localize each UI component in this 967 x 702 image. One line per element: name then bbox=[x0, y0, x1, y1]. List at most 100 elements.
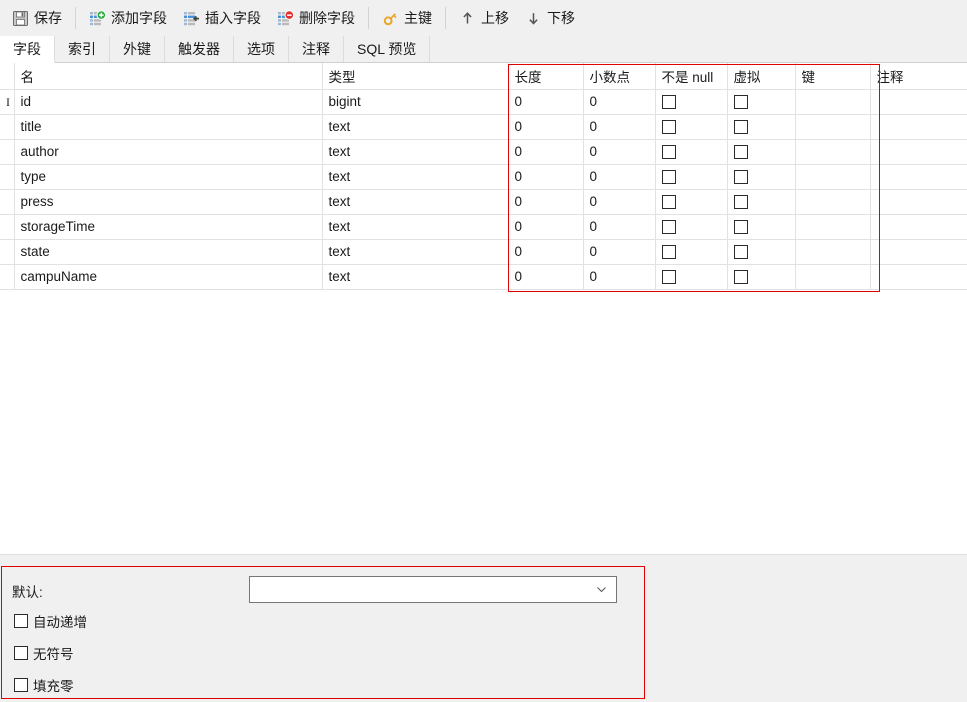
cell-field-virtual[interactable] bbox=[727, 89, 796, 115]
tab-comment[interactable]: 注释 bbox=[289, 36, 344, 62]
virtual-checkbox[interactable] bbox=[733, 220, 748, 235]
insert-field-button[interactable]: 插入字段 bbox=[175, 3, 269, 33]
panel-splitter[interactable] bbox=[0, 554, 967, 566]
column-header-virtual[interactable]: 虚拟 bbox=[727, 63, 796, 90]
move-up-button[interactable]: 上移 bbox=[451, 3, 517, 33]
table-row[interactable]: author text 0 0 bbox=[0, 139, 967, 165]
cell-field-name[interactable]: id bbox=[14, 89, 323, 115]
virtual-checkbox[interactable] bbox=[733, 270, 748, 285]
cell-field-key[interactable] bbox=[795, 214, 871, 240]
tab-sql-preview[interactable]: SQL 预览 bbox=[344, 36, 431, 62]
cell-field-key[interactable] bbox=[795, 89, 871, 115]
column-header-type[interactable]: 类型 bbox=[322, 63, 509, 90]
cell-field-decimals[interactable]: 0 bbox=[583, 89, 656, 115]
cell-field-decimals[interactable]: 0 bbox=[583, 264, 656, 290]
cell-field-name[interactable]: storageTime bbox=[14, 214, 323, 240]
cell-field-comment[interactable] bbox=[870, 89, 967, 115]
cell-field-type[interactable]: text bbox=[322, 114, 509, 140]
not-null-checkbox[interactable] bbox=[661, 270, 676, 285]
cell-field-name[interactable]: author bbox=[14, 139, 323, 165]
cell-field-decimals[interactable]: 0 bbox=[583, 114, 656, 140]
cell-field-virtual[interactable] bbox=[727, 114, 796, 140]
not-null-checkbox[interactable] bbox=[661, 220, 676, 235]
add-field-button[interactable]: 添加字段 bbox=[81, 3, 175, 33]
fields-grid-container[interactable]: 名 类型 长度 小数点 不是 null 虚拟 键 注释 I id bigint … bbox=[0, 63, 967, 554]
tab-foreign-keys[interactable]: 外键 bbox=[110, 36, 165, 62]
not-null-checkbox[interactable] bbox=[661, 95, 676, 110]
cell-field-virtual[interactable] bbox=[727, 239, 796, 265]
cell-field-key[interactable] bbox=[795, 239, 871, 265]
cell-field-length[interactable]: 0 bbox=[508, 164, 584, 190]
cell-field-virtual[interactable] bbox=[727, 264, 796, 290]
cell-field-type[interactable]: text bbox=[322, 139, 509, 165]
cell-field-not-null[interactable] bbox=[655, 114, 728, 140]
cell-field-comment[interactable] bbox=[870, 139, 967, 165]
save-button[interactable]: 保存 bbox=[4, 3, 70, 33]
table-row[interactable]: press text 0 0 bbox=[0, 189, 967, 215]
virtual-checkbox[interactable] bbox=[733, 245, 748, 260]
column-header-comment[interactable]: 注释 bbox=[870, 63, 967, 90]
cell-field-length[interactable]: 0 bbox=[508, 264, 584, 290]
delete-field-button[interactable]: 删除字段 bbox=[269, 3, 363, 33]
virtual-checkbox[interactable] bbox=[733, 120, 748, 135]
cell-field-comment[interactable] bbox=[870, 264, 967, 290]
tab-triggers[interactable]: 触发器 bbox=[165, 36, 234, 62]
cell-field-type[interactable]: text bbox=[322, 189, 509, 215]
cell-field-not-null[interactable] bbox=[655, 214, 728, 240]
cell-field-not-null[interactable] bbox=[655, 139, 728, 165]
cell-field-length[interactable]: 0 bbox=[508, 139, 584, 165]
cell-field-type[interactable]: text bbox=[322, 164, 509, 190]
unsigned-checkbox[interactable] bbox=[14, 646, 28, 660]
cell-field-length[interactable]: 0 bbox=[508, 89, 584, 115]
cell-field-decimals[interactable]: 0 bbox=[583, 164, 656, 190]
cell-field-length[interactable]: 0 bbox=[508, 114, 584, 140]
cell-field-comment[interactable] bbox=[870, 114, 967, 140]
cell-field-key[interactable] bbox=[795, 264, 871, 290]
default-value-select[interactable] bbox=[249, 576, 617, 603]
column-header-key[interactable]: 键 bbox=[795, 63, 871, 90]
cell-field-key[interactable] bbox=[795, 114, 871, 140]
column-header-name[interactable]: 名 bbox=[14, 63, 323, 90]
cell-field-name[interactable]: state bbox=[14, 239, 323, 265]
virtual-checkbox[interactable] bbox=[733, 145, 748, 160]
cell-field-key[interactable] bbox=[795, 164, 871, 190]
column-header-not-null[interactable]: 不是 null bbox=[655, 63, 728, 90]
unsigned-checkbox-row[interactable]: 无符号 bbox=[14, 643, 74, 663]
cell-field-key[interactable] bbox=[795, 189, 871, 215]
table-row[interactable]: I id bigint 0 0 bbox=[0, 89, 967, 115]
cell-field-decimals[interactable]: 0 bbox=[583, 139, 656, 165]
cell-field-not-null[interactable] bbox=[655, 89, 728, 115]
cell-field-virtual[interactable] bbox=[727, 189, 796, 215]
cell-field-comment[interactable] bbox=[870, 164, 967, 190]
cell-field-virtual[interactable] bbox=[727, 139, 796, 165]
not-null-checkbox[interactable] bbox=[661, 120, 676, 135]
cell-field-name[interactable]: press bbox=[14, 189, 323, 215]
cell-field-type[interactable]: text bbox=[322, 214, 509, 240]
not-null-checkbox[interactable] bbox=[661, 145, 676, 160]
virtual-checkbox[interactable] bbox=[733, 95, 748, 110]
cell-field-not-null[interactable] bbox=[655, 164, 728, 190]
cell-field-not-null[interactable] bbox=[655, 189, 728, 215]
tab-indexes[interactable]: 索引 bbox=[55, 36, 110, 62]
cell-field-not-null[interactable] bbox=[655, 239, 728, 265]
table-row[interactable]: title text 0 0 bbox=[0, 114, 967, 140]
cell-field-type[interactable]: text bbox=[322, 239, 509, 265]
table-row[interactable]: state text 0 0 bbox=[0, 239, 967, 265]
not-null-checkbox[interactable] bbox=[661, 195, 676, 210]
table-row[interactable]: type text 0 0 bbox=[0, 164, 967, 190]
cell-field-comment[interactable] bbox=[870, 189, 967, 215]
zerofill-checkbox[interactable] bbox=[14, 678, 28, 692]
cell-field-name[interactable]: title bbox=[14, 114, 323, 140]
virtual-checkbox[interactable] bbox=[733, 170, 748, 185]
table-row[interactable]: storageTime text 0 0 bbox=[0, 214, 967, 240]
tab-fields[interactable]: 字段 bbox=[0, 36, 55, 63]
cell-field-decimals[interactable]: 0 bbox=[583, 239, 656, 265]
not-null-checkbox[interactable] bbox=[661, 245, 676, 260]
zerofill-checkbox-row[interactable]: 填充零 bbox=[14, 675, 74, 695]
table-row[interactable]: campuName text 0 0 bbox=[0, 264, 967, 290]
cell-field-comment[interactable] bbox=[870, 214, 967, 240]
cell-field-comment[interactable] bbox=[870, 239, 967, 265]
column-header-length[interactable]: 长度 bbox=[508, 63, 584, 90]
tab-options[interactable]: 选项 bbox=[234, 36, 289, 62]
cell-field-virtual[interactable] bbox=[727, 164, 796, 190]
